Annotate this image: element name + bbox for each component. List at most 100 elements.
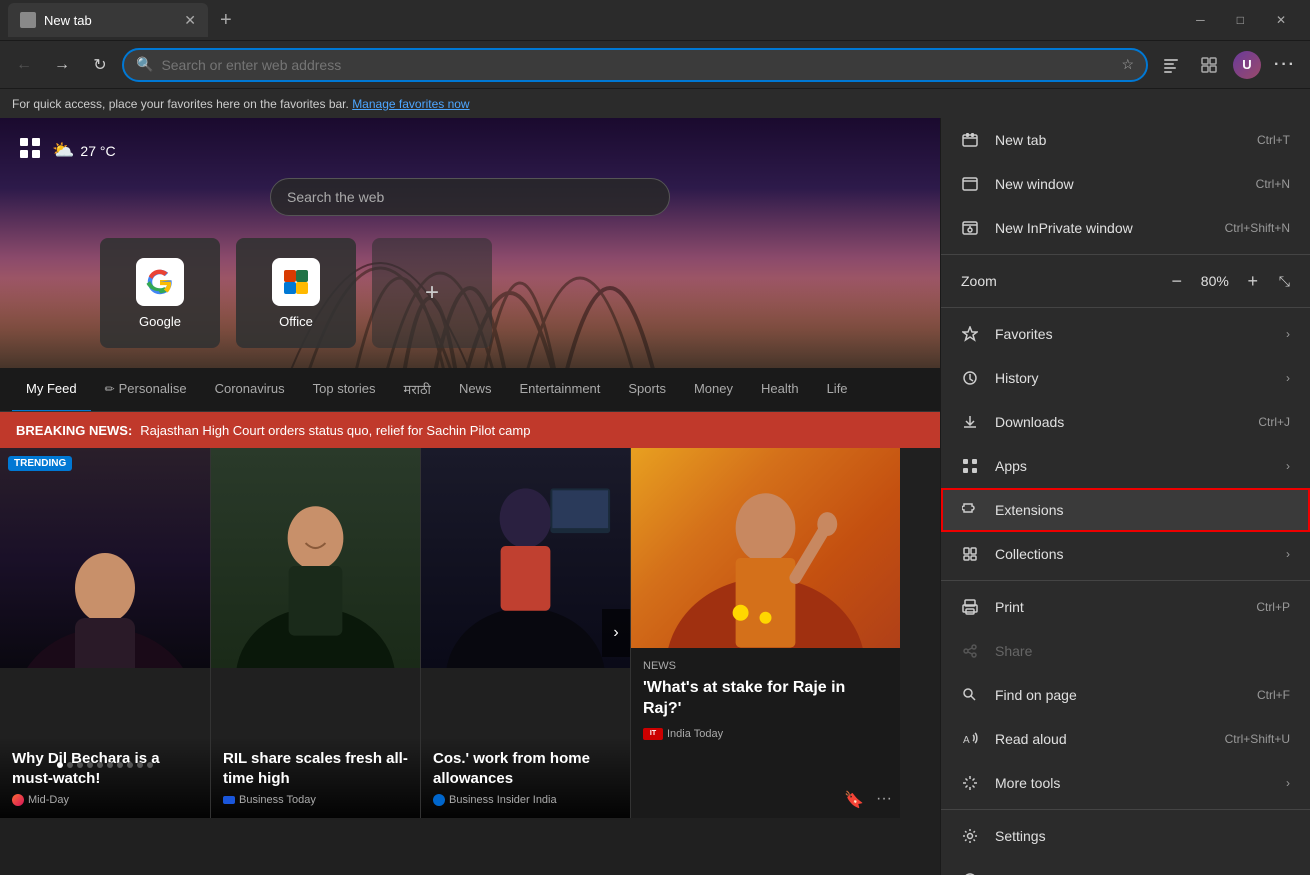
tab-personalise[interactable]: ✏ Personalise [91,368,201,412]
menu-button[interactable]: ··· [1268,48,1302,82]
new-tab-button[interactable]: + [212,5,240,36]
menu-item-print[interactable]: Print Ctrl+P [941,585,1310,629]
apps-grid-button[interactable] [20,138,40,163]
extensions-label: Extensions [995,502,1290,518]
history-label: History [995,370,1270,386]
menu-item-inprivate[interactable]: New InPrivate window Ctrl+Shift+N [941,206,1310,250]
menu-item-share[interactable]: Share [941,629,1310,673]
tab-my-feed[interactable]: My Feed [12,368,91,412]
zoom-fullscreen-button[interactable]: ⤡ [1279,273,1290,290]
more-tools-label: More tools [995,775,1270,791]
menu-item-new-tab[interactable]: New tab Ctrl+T [941,118,1310,162]
large-card-title: 'What's at stake for Raje in Raj?' [643,678,888,720]
maximize-button[interactable]: □ [1221,3,1260,37]
settings-icon [961,827,979,845]
card-3-title: Cos.' work from home allowances [433,749,618,788]
tab-health[interactable]: Health [747,368,813,412]
search-input[interactable] [270,178,670,216]
card-3-source: Business Insider India [433,794,618,806]
back-button[interactable]: ← [8,49,40,81]
address-input[interactable] [161,57,1113,73]
news-card-2[interactable]: RIL share scales fresh all-time high Bus… [210,448,420,818]
forward-button[interactable]: → [46,49,78,81]
menu-item-help[interactable]: Help and feedback › [941,858,1310,875]
breaking-news-bar: BREAKING NEWS: Rajasthan High Court orde… [0,412,940,448]
menu-item-read-aloud[interactable]: A Read aloud Ctrl+Shift+U [941,717,1310,761]
card-1-source-name: Mid-Day [28,794,69,806]
active-tab[interactable]: New tab ✕ [8,3,208,37]
help-icon [961,871,979,875]
collections-button[interactable] [1192,48,1226,82]
divider-1 [941,254,1310,255]
office-label: Office [279,314,313,329]
tab-money[interactable]: Money [680,368,747,412]
tab-news[interactable]: News [445,368,506,412]
tab-top-stories[interactable]: Top stories [299,368,390,412]
minimize-button[interactable]: ─ [1180,3,1221,37]
menu-item-collections[interactable]: Collections › [941,532,1310,576]
quick-link-office[interactable]: Office [236,238,356,348]
menu-item-settings[interactable]: Settings [941,814,1310,858]
search-bar[interactable] [270,178,670,216]
address-bar[interactable]: 🔍 ☆ [122,48,1148,82]
add-icon: + [425,279,439,307]
add-quick-link-button[interactable]: + [372,238,492,348]
tab-life[interactable]: Life [813,368,862,412]
manage-favorites-link[interactable]: Manage favorites now [352,97,469,111]
menu-item-history[interactable]: History › [941,356,1310,400]
more-options-button[interactable]: ··· [876,790,892,810]
profile-button[interactable]: U [1230,48,1264,82]
title-bar: New tab ✕ + ─ □ ✕ [0,0,1310,40]
read-view-button[interactable] [1154,48,1188,82]
midday-source-icon [12,794,24,806]
bi-source-icon [433,794,445,806]
dot-8 [127,762,133,768]
dot-4 [87,762,93,768]
menu-item-downloads[interactable]: Downloads Ctrl+J [941,400,1310,444]
refresh-button[interactable]: ↻ [84,49,116,81]
more-tools-icon [961,774,979,792]
news-card-3[interactable]: Cos.' work from home allowances Business… [420,448,630,818]
menu-item-apps[interactable]: Apps › [941,444,1310,488]
favorites-menu-icon [961,325,979,343]
card-3-source-name: Business Insider India [449,794,557,806]
downloads-icon [961,413,979,431]
tab-close-button[interactable]: ✕ [184,12,196,29]
dot-10 [147,762,153,768]
zoom-in-button[interactable]: + [1241,269,1265,293]
menu-item-new-window[interactable]: New window Ctrl+N [941,162,1310,206]
menu-item-favorites[interactable]: Favorites › [941,312,1310,356]
news-card-large[interactable]: NEWS 'What's at stake for Raje in Raj?' … [630,448,900,818]
zoom-out-button[interactable]: − [1165,269,1189,293]
close-button[interactable]: ✕ [1260,3,1302,37]
quick-link-google[interactable]: Google [100,238,220,348]
new-window-icon [961,175,979,193]
downloads-shortcut: Ctrl+J [1258,415,1290,429]
large-card-source: IT India Today [643,728,888,740]
favorites-icon[interactable]: ☆ [1121,56,1134,73]
news-cards: TRENDING Why Dil Bechara is a must-watch… [0,448,940,875]
new-tab-shortcut: Ctrl+T [1257,133,1290,147]
read-aloud-label: Read aloud [995,731,1209,747]
tab-marathi[interactable]: मराठी [390,368,445,412]
personalise-label: Personalise [119,381,187,396]
menu-item-extensions[interactable]: Extensions [941,488,1310,532]
google-label: Google [139,314,181,329]
bookmark-button[interactable]: 🔖 [844,790,864,810]
card-1-overlay: Why Dil Bechara is a must-watch! Mid-Day [0,737,210,818]
tab-coronavirus[interactable]: Coronavirus [201,368,299,412]
news-card-1[interactable]: TRENDING Why Dil Bechara is a must-watch… [0,448,210,818]
tab-sports[interactable]: Sports [614,368,680,412]
carousel-next-button[interactable]: › [602,609,630,657]
menu-item-more-tools[interactable]: More tools › [941,761,1310,805]
office-icon [272,258,320,306]
top-stories-label: Top stories [313,381,376,396]
marathi-label: मराठी [404,380,431,398]
trending-badge: TRENDING [8,456,72,471]
google-icon [136,258,184,306]
pencil-icon: ✏ [105,382,115,396]
menu-item-find[interactable]: Find on page Ctrl+F [941,673,1310,717]
tab-entertainment[interactable]: Entertainment [505,368,614,412]
search-icon: 🔍 [136,56,153,73]
inprivate-icon [961,219,979,237]
